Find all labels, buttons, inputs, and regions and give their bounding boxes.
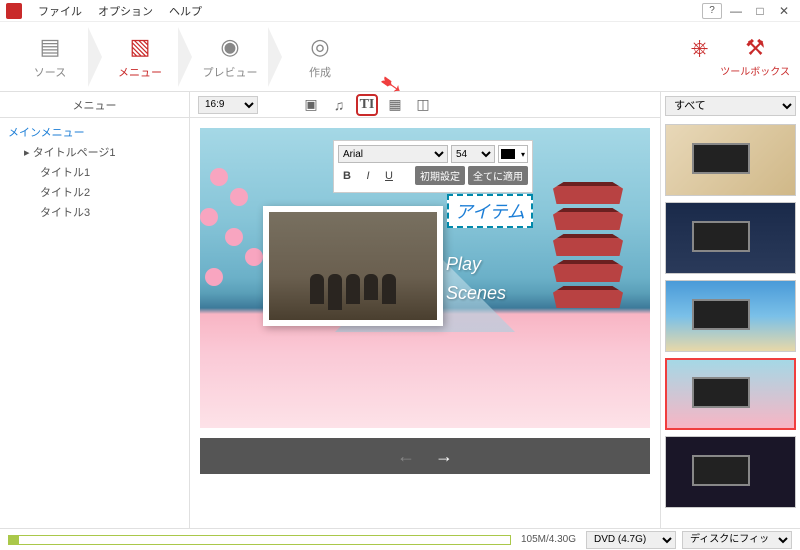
preview-icon: ◉ bbox=[220, 34, 239, 60]
menu-help[interactable]: ヘルプ bbox=[161, 1, 210, 21]
center-editor: 16:9 ▣ ♫ TI ▦ ◫ My Disc bbox=[190, 92, 660, 528]
underline-button[interactable]: U bbox=[380, 167, 398, 185]
template-item[interactable] bbox=[665, 280, 796, 352]
image-tool-icon[interactable]: ▣ bbox=[300, 94, 322, 116]
tab-menu[interactable]: ▧ メニュー bbox=[100, 27, 180, 87]
source-icon: ▤ bbox=[40, 34, 61, 60]
tab-preview-label: プレビュー bbox=[203, 64, 258, 80]
scene-background: My Disc Play Scenes アイテム Arial 54 ▾ bbox=[200, 128, 650, 428]
disk-usage-text: 105M/4.30G bbox=[517, 534, 580, 545]
music-tool-icon[interactable]: ♫ bbox=[328, 94, 350, 116]
tab-create[interactable]: ◎ 作成 bbox=[280, 27, 360, 87]
tree-title3[interactable]: タイトル3 bbox=[0, 202, 189, 222]
fit-select[interactable]: ディスクにフィット bbox=[682, 531, 792, 549]
template-item[interactable] bbox=[665, 436, 796, 508]
tree-main-menu[interactable]: メインメニュー bbox=[0, 122, 189, 142]
titlebar: ファイル オプション ヘルプ ? — □ ✕ bbox=[0, 0, 800, 22]
next-page-button[interactable]: → bbox=[435, 446, 453, 467]
italic-button[interactable]: I bbox=[359, 167, 377, 185]
template-item[interactable] bbox=[665, 202, 796, 274]
tab-preview[interactable]: ◉ プレビュー bbox=[190, 27, 270, 87]
font-select[interactable]: Arial bbox=[338, 145, 448, 163]
play-link[interactable]: Play bbox=[446, 254, 506, 275]
template-filter-select[interactable]: すべて bbox=[665, 96, 796, 116]
toolbox-label: ツールボックス bbox=[720, 63, 790, 78]
text-item-selected[interactable]: アイテム bbox=[447, 194, 533, 228]
toolbox-tool[interactable]: ⚒ ツールボックス bbox=[720, 35, 790, 78]
gift-tool[interactable]: ⎈ bbox=[691, 35, 709, 78]
menu-tree: メインメニュー ▸ タイトルページ1 タイトル1 タイトル2 タイトル3 bbox=[0, 118, 189, 226]
aspect-select[interactable]: 16:9 bbox=[198, 96, 258, 114]
scenes-link[interactable]: Scenes bbox=[446, 283, 506, 304]
frame-tool-icon[interactable]: ◫ bbox=[412, 94, 434, 116]
bold-button[interactable]: B bbox=[338, 167, 356, 185]
template-panel: すべて bbox=[660, 92, 800, 528]
text-tool-icon[interactable]: TI bbox=[356, 94, 378, 116]
maximize-button[interactable]: □ bbox=[750, 3, 770, 19]
pagoda-graphic bbox=[553, 182, 623, 332]
tree-title-page[interactable]: ▸ タイトルページ1 bbox=[0, 142, 189, 162]
sidebar-header: メニュー bbox=[0, 92, 189, 118]
template-list bbox=[661, 120, 800, 528]
tree-title-page-label: タイトルページ1 bbox=[33, 147, 116, 159]
disk-usage-bar bbox=[8, 535, 511, 545]
font-size-select[interactable]: 54 bbox=[451, 145, 495, 163]
help-icon[interactable]: ? bbox=[702, 3, 722, 19]
status-bar: 105M/4.30G DVD (4.7G) ディスクにフィット bbox=[0, 528, 800, 550]
close-button[interactable]: ✕ bbox=[774, 3, 794, 19]
text-format-panel: Arial 54 ▾ B I U 初期設定 全てに適用 bbox=[333, 140, 533, 193]
tab-create-label: 作成 bbox=[309, 64, 331, 80]
template-item-selected[interactable] bbox=[665, 358, 796, 430]
minimize-button[interactable]: — bbox=[726, 3, 746, 19]
video-thumbnail[interactable] bbox=[263, 206, 443, 326]
menu-options[interactable]: オプション bbox=[90, 1, 161, 21]
tree-title2[interactable]: タイトル2 bbox=[0, 182, 189, 202]
tab-menu-label: メニュー bbox=[118, 64, 162, 80]
menu-canvas[interactable]: My Disc Play Scenes アイテム Arial 54 ▾ bbox=[200, 128, 650, 428]
sidebar: メニュー メインメニュー ▸ タイトルページ1 タイトル1 タイトル2 タイトル… bbox=[0, 92, 190, 528]
tab-source[interactable]: ▤ ソース bbox=[10, 27, 90, 87]
prev-page-button[interactable]: ← bbox=[397, 446, 415, 467]
gift-icon: ⎈ bbox=[691, 35, 709, 61]
apply-all-button[interactable]: 全てに適用 bbox=[468, 166, 528, 185]
font-color-picker[interactable]: ▾ bbox=[498, 145, 528, 163]
tab-source-label: ソース bbox=[34, 64, 66, 80]
toolbox-icon: ⚒ bbox=[745, 35, 765, 61]
editor-toolbar: 16:9 ▣ ♫ TI ▦ ◫ bbox=[190, 92, 660, 118]
menu-file[interactable]: ファイル bbox=[30, 1, 90, 21]
canvas-nav: ← → bbox=[200, 438, 650, 474]
tree-title1[interactable]: タイトル1 bbox=[0, 162, 189, 182]
app-logo-icon bbox=[6, 3, 22, 19]
menu-icon: ▧ bbox=[130, 34, 151, 60]
menu-links: Play Scenes bbox=[446, 254, 506, 312]
disc-type-select[interactable]: DVD (4.7G) bbox=[586, 531, 676, 549]
disc-icon: ◎ bbox=[310, 34, 329, 60]
reset-button[interactable]: 初期設定 bbox=[415, 166, 465, 185]
template-item[interactable] bbox=[665, 124, 796, 196]
